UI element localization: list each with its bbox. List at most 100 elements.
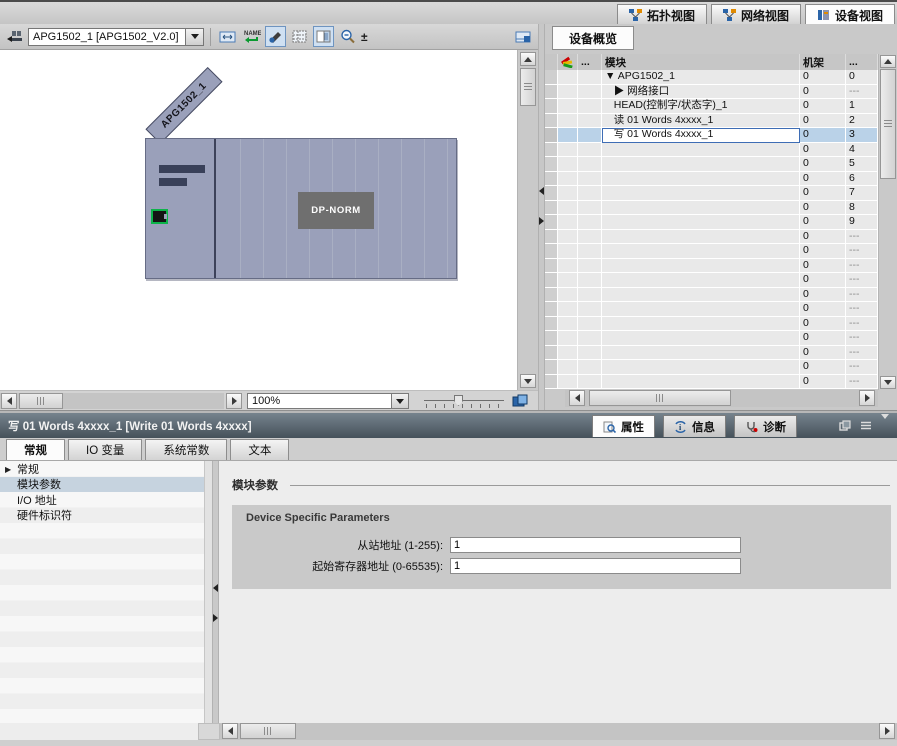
row-stub-cell[interactable] bbox=[545, 302, 558, 317]
collapse-pane-icon[interactable] bbox=[881, 419, 889, 431]
module-cell[interactable] bbox=[602, 317, 800, 332]
row-stub-cell[interactable] bbox=[545, 85, 558, 100]
table-row[interactable]: 0 --- bbox=[545, 302, 878, 317]
subtab[interactable]: 文本 bbox=[230, 439, 289, 460]
module-cell[interactable] bbox=[602, 201, 800, 216]
table-row[interactable]: 0 6 bbox=[545, 172, 878, 187]
column-header-dots[interactable]: ... bbox=[578, 54, 602, 70]
subtab[interactable]: 系统常数 bbox=[145, 439, 227, 460]
row-stub-cell[interactable] bbox=[545, 215, 558, 230]
nav-tree-item[interactable]: ▶ 常规 bbox=[0, 461, 204, 477]
table-row[interactable]: 0 --- bbox=[545, 375, 878, 390]
row-stub-cell[interactable] bbox=[545, 288, 558, 303]
parameter-input[interactable] bbox=[450, 537, 741, 553]
module-cell[interactable] bbox=[602, 302, 800, 317]
topology-view-icon[interactable]: 拓扑视图 bbox=[617, 4, 707, 25]
zoom-slider[interactable] bbox=[424, 395, 504, 408]
profibus-port-icon[interactable] bbox=[151, 209, 168, 224]
row-stub-cell[interactable] bbox=[545, 114, 558, 129]
module-cell[interactable] bbox=[602, 230, 800, 245]
highlight-io-icon[interactable] bbox=[265, 26, 286, 47]
table-row[interactable]: 0 --- bbox=[545, 331, 878, 346]
pane-menu-icon[interactable] bbox=[860, 421, 872, 430]
module-cell[interactable] bbox=[602, 172, 800, 187]
collapse-right-button[interactable] bbox=[539, 212, 544, 230]
table-row[interactable]: ▶ 网络接口 0 --- bbox=[545, 85, 878, 100]
table-row[interactable]: 0 9 bbox=[545, 215, 878, 230]
device-selector-dropdown-button[interactable] bbox=[185, 29, 203, 45]
module-cell[interactable] bbox=[602, 244, 800, 259]
device-rack-graphic[interactable]: DP-NORM bbox=[145, 138, 457, 279]
module-cell[interactable] bbox=[602, 186, 800, 201]
nav-tree-item[interactable]: 硬件标识符 bbox=[0, 508, 204, 524]
row-stub-cell[interactable] bbox=[545, 201, 558, 216]
module-cell[interactable]: HEAD(控制字/状态字)_1 bbox=[602, 99, 800, 114]
row-stub-cell[interactable] bbox=[545, 259, 558, 274]
row-stub-cell[interactable] bbox=[545, 157, 558, 172]
nav-tree-item[interactable]: I/O 地址 bbox=[0, 492, 204, 508]
connect-device-icon[interactable] bbox=[4, 26, 25, 47]
column-header-module[interactable]: 模块 bbox=[602, 54, 800, 70]
row-stub-cell[interactable] bbox=[545, 230, 558, 245]
zoom-level-combobox[interactable]: 100% bbox=[247, 393, 409, 409]
row-stub-cell[interactable] bbox=[545, 331, 558, 346]
subtab[interactable]: IO 变量 bbox=[68, 439, 142, 460]
module-cell[interactable] bbox=[602, 259, 800, 274]
row-stub-cell[interactable] bbox=[545, 375, 558, 390]
table-row[interactable]: 写 01 Words 4xxxx_1 0 3 bbox=[545, 128, 878, 143]
device-view-canvas[interactable]: APG1502_1 DP-NORM bbox=[0, 50, 517, 390]
row-stub-cell[interactable] bbox=[545, 346, 558, 361]
collapse-right-button[interactable] bbox=[213, 609, 218, 627]
device-name-tag[interactable]: APG1502_1 bbox=[145, 67, 222, 144]
nav-splitter[interactable] bbox=[212, 461, 219, 723]
subtab[interactable]: 常规 bbox=[6, 439, 65, 460]
scrollbar-thumb[interactable] bbox=[520, 68, 536, 106]
name-editor-icon[interactable]: NAME bbox=[241, 26, 262, 47]
scroll-up-button[interactable] bbox=[520, 52, 536, 66]
row-stub-cell[interactable] bbox=[545, 317, 558, 332]
float-pane-icon[interactable] bbox=[839, 420, 851, 431]
module-cell[interactable] bbox=[602, 346, 800, 361]
table-grid-icon[interactable] bbox=[289, 26, 310, 47]
row-stub-cell[interactable] bbox=[545, 128, 558, 143]
table-row[interactable]: 0 --- bbox=[545, 346, 878, 361]
row-stub-cell[interactable] bbox=[545, 172, 558, 187]
module-cell[interactable] bbox=[602, 143, 800, 158]
table-row[interactable]: 0 --- bbox=[545, 317, 878, 332]
module-cell[interactable]: 写 01 Words 4xxxx_1 bbox=[602, 128, 800, 143]
overview-horizontal-scrollbar[interactable] bbox=[565, 390, 878, 407]
scrollbar-thumb[interactable] bbox=[240, 723, 296, 739]
table-row[interactable]: 0 --- bbox=[545, 244, 878, 259]
zoom-out-icon[interactable] bbox=[337, 26, 358, 47]
table-row[interactable]: 0 --- bbox=[545, 259, 878, 274]
status-column-header[interactable] bbox=[558, 54, 578, 70]
properties-icon[interactable]: 属性 bbox=[592, 415, 655, 437]
canvas-horizontal-scrollbar[interactable] bbox=[0, 393, 224, 409]
column-header-slot[interactable]: ... bbox=[846, 54, 878, 70]
scroll-left-button[interactable] bbox=[222, 723, 238, 739]
table-row[interactable]: 0 5 bbox=[545, 157, 878, 172]
module-cell[interactable]: ▶ 网络接口 bbox=[602, 85, 800, 100]
module-cell[interactable] bbox=[602, 331, 800, 346]
scroll-left-button[interactable] bbox=[569, 390, 585, 406]
scroll-right-button[interactable] bbox=[226, 393, 242, 409]
device-view-icon[interactable]: 设备视图 bbox=[805, 4, 895, 25]
fit-to-view-icon[interactable] bbox=[511, 393, 529, 409]
table-row[interactable]: HEAD(控制字/状态字)_1 0 1 bbox=[545, 99, 878, 114]
scroll-right-button[interactable] bbox=[859, 390, 875, 406]
table-row[interactable]: 读 01 Words 4xxxx_1 0 2 bbox=[545, 114, 878, 129]
tab-device-overview[interactable]: 设备概览 bbox=[552, 26, 634, 50]
panel-splitter[interactable] bbox=[538, 24, 545, 410]
expand-arrow-icon[interactable]: ▶ bbox=[5, 465, 11, 474]
zoom-dropdown-button[interactable] bbox=[391, 394, 408, 408]
row-stub-cell[interactable] bbox=[545, 99, 558, 114]
module-cell[interactable] bbox=[602, 157, 800, 172]
device-head-module[interactable] bbox=[146, 139, 216, 278]
table-row[interactable]: 0 --- bbox=[545, 360, 878, 375]
module-cell[interactable]: 读 01 Words 4xxxx_1 bbox=[602, 114, 800, 129]
collapse-left-button[interactable] bbox=[539, 182, 544, 200]
canvas-vertical-scrollbar[interactable] bbox=[517, 50, 538, 390]
table-row[interactable]: 0 8 bbox=[545, 201, 878, 216]
collapse-left-button[interactable] bbox=[213, 579, 218, 597]
split-pane-icon[interactable] bbox=[313, 26, 334, 47]
